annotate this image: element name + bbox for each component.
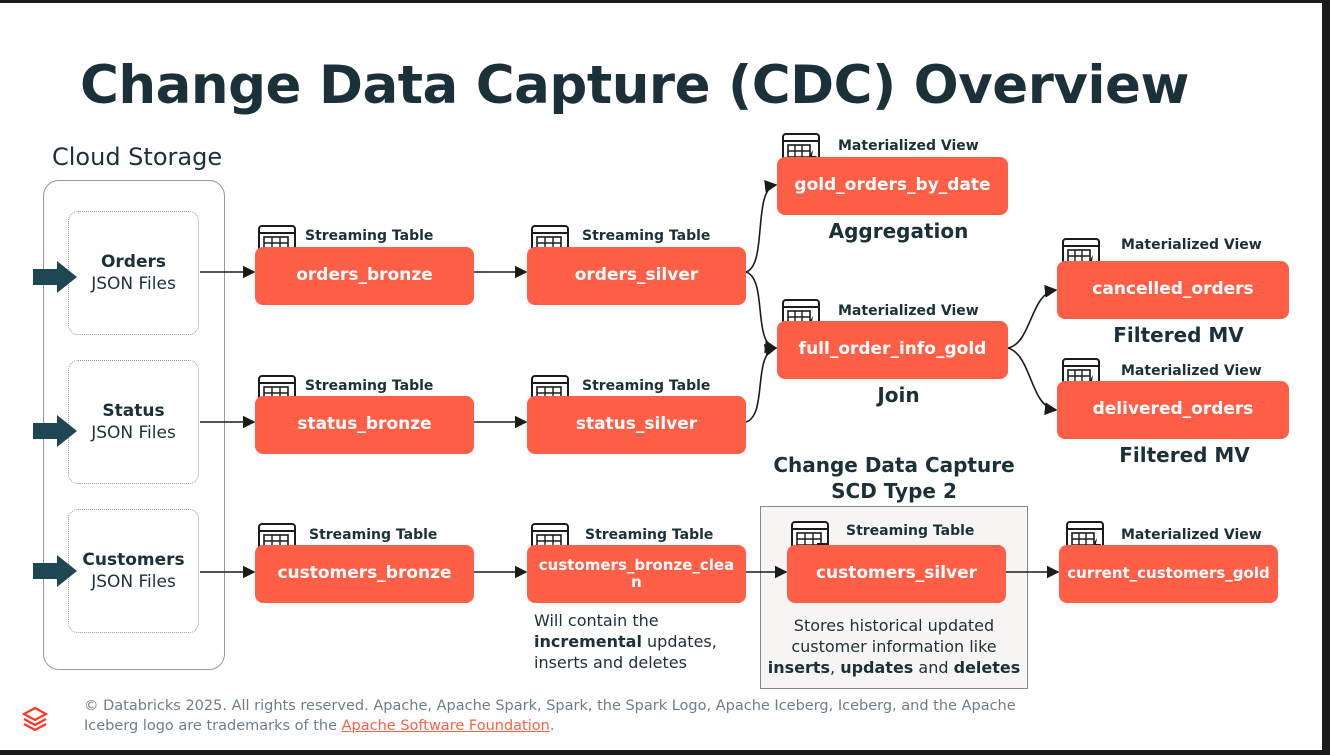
- tag-materialized-view: Materialized View: [1121, 527, 1262, 543]
- edge-gold-by-date: [745, 180, 778, 273]
- footer-copyright: © Databricks 2025. All rights reserved. …: [84, 696, 1044, 736]
- cdc-title: Change Data Capture: [773, 453, 1015, 477]
- footer-text: .: [549, 718, 555, 734]
- node-customers-silver: customers_silver: [787, 545, 1006, 603]
- node-current-customers-gold: current_customers_gold: [1059, 545, 1278, 603]
- node-status-silver: status_silver: [527, 396, 746, 454]
- note-line: Stores historical updated: [793, 616, 995, 635]
- asf-link[interactable]: Apache Software Foundation: [342, 718, 550, 734]
- node-orders-silver: orders_silver: [527, 247, 746, 305]
- node-customers-bronze: customers_bronze: [255, 545, 474, 603]
- note-bold: deletes: [953, 658, 1021, 677]
- tag-streaming-table: Streaming Table: [305, 228, 434, 244]
- caption-aggregation: Aggregation: [828, 219, 969, 243]
- node-status-bronze: status_bronze: [255, 396, 474, 454]
- node-orders-bronze: orders_bronze: [255, 247, 474, 305]
- note-bold: updates: [840, 658, 914, 677]
- node-full-order-info-gold: full_order_info_gold: [777, 321, 1008, 379]
- caption-filtered-mv: Filtered MV: [1119, 443, 1250, 467]
- footer-text: Iceberg logo are trademarks of the: [84, 718, 342, 734]
- note-historical: Stores historical updated customer infor…: [760, 615, 1028, 678]
- node-customers-bronze-clean: customers_bronze_clea n: [527, 545, 746, 603]
- node-gold-orders-by-date: gold_orders_by_date: [777, 157, 1008, 215]
- tag-streaming-table: Streaming Table: [846, 523, 975, 539]
- caption-join: Join: [877, 383, 920, 407]
- note-bold: incremental: [534, 632, 642, 651]
- databricks-logo-icon: [22, 706, 48, 732]
- slide: Change Data Capture (CDC) Overview Cloud…: [0, 3, 1322, 750]
- cdc-subtitle: SCD Type 2: [831, 479, 957, 503]
- node-label-line: n: [631, 573, 642, 591]
- note-sep: and: [913, 658, 954, 677]
- tag-streaming-table: Streaming Table: [309, 527, 438, 543]
- note-line: Will contain the: [534, 611, 659, 630]
- tag-materialized-view: Materialized View: [838, 138, 979, 154]
- note-sep: ,: [830, 658, 841, 677]
- tag-materialized-view: Materialized View: [838, 303, 979, 319]
- tag-materialized-view: Materialized View: [1121, 363, 1262, 379]
- note-line: inserts and deletes: [534, 653, 687, 672]
- tag-streaming-table: Streaming Table: [305, 378, 434, 394]
- caption-filtered-mv: Filtered MV: [1113, 323, 1244, 347]
- node-delivered-orders: delivered_orders: [1057, 381, 1289, 439]
- tag-streaming-table: Streaming Table: [585, 527, 714, 543]
- note-line: updates,: [641, 632, 717, 651]
- tag-materialized-view: Materialized View: [1121, 237, 1262, 253]
- node-cancelled-orders: cancelled_orders: [1057, 261, 1289, 319]
- edge-join-orders: [745, 271, 778, 353]
- node-label-line: customers_bronze_clea: [538, 555, 735, 574]
- note-incremental: Will contain the incremental updates, in…: [534, 610, 717, 673]
- edge-cancelled: [1007, 284, 1058, 349]
- note-line: customer information like: [791, 637, 997, 656]
- window-edge: [1322, 0, 1330, 755]
- footer-text: © Databricks 2025. All rights reserved. …: [84, 698, 1016, 714]
- edge-join-status: [745, 344, 778, 423]
- tag-streaming-table: Streaming Table: [582, 228, 711, 244]
- tag-streaming-table: Streaming Table: [582, 378, 711, 394]
- note-bold: inserts: [767, 658, 831, 677]
